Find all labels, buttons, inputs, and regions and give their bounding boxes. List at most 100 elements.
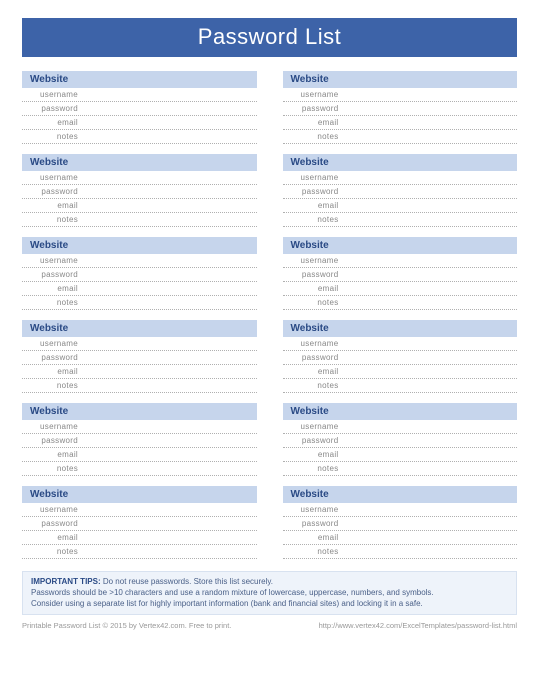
password-entry: Website username password email notes (283, 154, 518, 227)
website-header: Website (283, 237, 518, 254)
footer-url: http://www.vertex42.com/ExcelTemplates/p… (319, 621, 517, 630)
password-entry: Website username password email notes (283, 237, 518, 310)
notes-label: notes (22, 464, 84, 473)
password-entry: Websiteusername password email notes (283, 71, 518, 144)
email-row: email (283, 199, 518, 213)
email-row: email (283, 282, 518, 296)
email-label: email (283, 201, 345, 210)
password-label: password (22, 353, 84, 362)
tips-line-2: Passwords should be >10 characters and u… (31, 588, 434, 597)
password-label: password (22, 519, 84, 528)
notes-label: notes (283, 215, 345, 224)
password-row: password (22, 434, 257, 448)
password-label: password (283, 104, 345, 113)
notes-label: notes (283, 464, 345, 473)
username-label: username (283, 422, 345, 431)
password-label: password (283, 270, 345, 279)
username-row: username (283, 420, 518, 434)
password-row: password (283, 434, 518, 448)
email-label: email (22, 118, 84, 127)
password-row: password (22, 185, 257, 199)
username-row: username (283, 337, 518, 351)
notes-row: notes (22, 130, 257, 144)
password-row: password (22, 102, 257, 116)
email-row: email (22, 365, 257, 379)
username-label: username (22, 339, 84, 348)
page-title: Password List (22, 18, 517, 57)
notes-label: notes (22, 381, 84, 390)
email-row: email (283, 531, 518, 545)
username-row: username (283, 503, 518, 517)
password-label: password (22, 436, 84, 445)
website-header: Website (22, 237, 257, 254)
notes-row: notes (283, 296, 518, 310)
username-row: username (22, 88, 257, 102)
notes-row: notes (283, 379, 518, 393)
password-row: password (283, 517, 518, 531)
tips-title: IMPORTANT TIPS: (31, 577, 101, 586)
username-row: username (22, 503, 257, 517)
notes-label: notes (283, 381, 345, 390)
password-label: password (22, 104, 84, 113)
email-row: email (22, 531, 257, 545)
password-label: password (283, 353, 345, 362)
column-left: WebsiteusernamepasswordemailnotesWebsite… (22, 71, 257, 559)
website-header: Website (22, 154, 257, 171)
password-row: password (283, 268, 518, 282)
email-label: email (283, 284, 345, 293)
column-right: WebsiteusernamepasswordemailnotesWebsite… (283, 71, 518, 559)
notes-label: notes (283, 298, 345, 307)
email-label: email (22, 284, 84, 293)
username-label: username (283, 173, 345, 182)
password-row: password (22, 517, 257, 531)
email-row: email (22, 116, 257, 130)
website-header: Website (283, 71, 518, 88)
email-label: email (283, 450, 345, 459)
username-row: username (22, 337, 257, 351)
website-header: Website (283, 486, 518, 503)
password-entry: Website username password email notes (22, 320, 257, 393)
username-row: username (283, 88, 518, 102)
username-row: username (283, 171, 518, 185)
notes-row: notes (283, 545, 518, 559)
tips-line-3: Consider using a separate list for highl… (31, 599, 423, 608)
website-header: Website (22, 320, 257, 337)
notes-row: notes (283, 462, 518, 476)
page-footer: Printable Password List © 2015 by Vertex… (22, 621, 517, 630)
username-row: username (22, 420, 257, 434)
email-row: email (22, 199, 257, 213)
website-header: Website (283, 403, 518, 420)
notes-row: notes (283, 213, 518, 227)
notes-row: notes (22, 296, 257, 310)
notes-label: notes (22, 215, 84, 224)
username-row: username (22, 171, 257, 185)
website-header: Website (283, 154, 518, 171)
email-label: email (22, 367, 84, 376)
notes-label: notes (22, 132, 84, 141)
password-entry: Website username password email notes (22, 237, 257, 310)
email-row: email (22, 282, 257, 296)
password-row: password (283, 351, 518, 365)
username-label: username (22, 256, 84, 265)
username-label: username (22, 90, 84, 99)
email-label: email (283, 533, 345, 542)
password-entry: Websiteusernamepasswordemailnotes (283, 320, 518, 393)
entries-columns: WebsiteusernamepasswordemailnotesWebsite… (22, 71, 517, 559)
notes-row: notes (283, 130, 518, 144)
email-label: email (283, 118, 345, 127)
email-row: email (22, 448, 257, 462)
password-label: password (283, 436, 345, 445)
password-row: password (283, 185, 518, 199)
email-row: email (283, 365, 518, 379)
username-label: username (22, 422, 84, 431)
password-entry: Websiteusernamepasswordemailnotes (22, 403, 257, 476)
password-label: password (22, 187, 84, 196)
password-row: password (22, 351, 257, 365)
email-label: email (22, 450, 84, 459)
username-label: username (283, 256, 345, 265)
email-label: email (22, 533, 84, 542)
notes-label: notes (22, 298, 84, 307)
email-row: email (283, 116, 518, 130)
username-label: username (283, 339, 345, 348)
password-row: password (22, 268, 257, 282)
